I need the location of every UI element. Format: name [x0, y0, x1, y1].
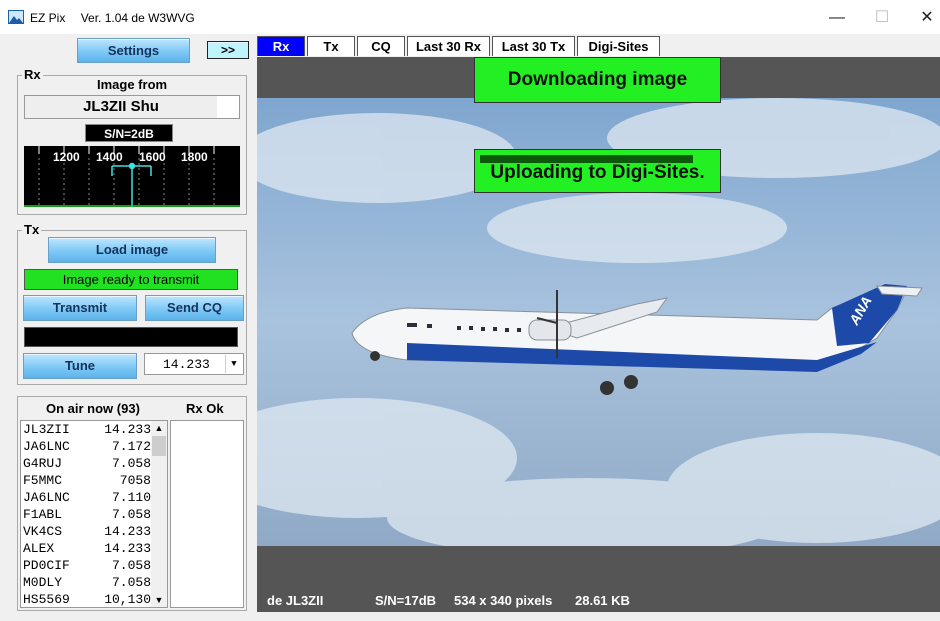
status-from: de JL3ZII: [267, 593, 324, 608]
list-item[interactable]: F1ABL 7.058: [23, 507, 151, 524]
frequency-select[interactable]: 14.233 ▼: [144, 353, 244, 375]
title-bar: EZ Pix Ver. 1.04 de W3WVG — ☐ ✕: [0, 0, 940, 34]
status-size: 28.61 KB: [575, 593, 630, 608]
list-item[interactable]: F5MMC 7058: [23, 473, 151, 490]
callsign-text: JL3ZII Shu: [25, 96, 217, 118]
list-item[interactable]: G4RUJ 7.058: [23, 456, 151, 473]
tx-group-label: Tx: [22, 222, 42, 237]
scroll-down-icon[interactable]: ▼: [151, 595, 167, 605]
list-item[interactable]: JA6LNC 7.110: [23, 490, 151, 507]
tx-status: Image ready to transmit: [24, 269, 238, 290]
status-dimensions: 534 x 340 pixels: [454, 593, 553, 608]
scope-tick-1200: 1200: [53, 150, 80, 164]
scope-tick-1600: 1600: [139, 150, 166, 164]
upload-banner-text: Uploading to Digi-Sites.: [490, 162, 705, 183]
tab-digi-sites[interactable]: Digi-Sites: [577, 36, 660, 56]
list-item[interactable]: VK4CS 14.233: [23, 524, 151, 541]
list-item[interactable]: JA6LNC 7.172: [23, 439, 151, 456]
app-name: EZ Pix: [30, 11, 66, 25]
scroll-thumb[interactable]: [152, 436, 166, 456]
frequency-value: 14.233: [163, 357, 210, 372]
expand-button[interactable]: >>: [207, 41, 249, 59]
list-item[interactable]: JL3ZII 14.233: [23, 422, 151, 439]
tab-last-30-rx[interactable]: Last 30 Rx: [407, 36, 490, 56]
app-icon: [8, 10, 24, 24]
window-title: EZ Pix Ver. 1.04 de W3WVG: [30, 11, 207, 25]
minimize-button[interactable]: —: [815, 6, 859, 30]
scope-tick-1400: 1400: [96, 150, 123, 164]
list-scrollbar[interactable]: ▲ ▼: [151, 421, 167, 607]
tab-cq[interactable]: CQ: [357, 36, 405, 56]
image-from-label: Image from: [97, 77, 168, 92]
rx-ok-header: Rx Ok: [186, 401, 224, 416]
settings-button[interactable]: Settings: [77, 38, 190, 63]
maximize-button[interactable]: ☐: [860, 6, 904, 30]
send-cq-button[interactable]: Send CQ: [145, 295, 244, 321]
status-bar: de JL3ZII S/N=17dB 534 x 340 pixels 28.6…: [257, 589, 940, 611]
scroll-up-icon[interactable]: ▲: [151, 423, 167, 433]
list-item[interactable]: M0DLY 7.058: [23, 575, 151, 592]
upload-banner: Uploading to Digi-Sites.: [474, 149, 721, 193]
tab-rx[interactable]: Rx: [257, 36, 305, 56]
callsign-display: JL3ZII Shu: [24, 95, 240, 119]
list-item[interactable]: PD0CIF 7.058: [23, 558, 151, 575]
tune-button[interactable]: Tune: [23, 353, 137, 379]
scope-tick-1800: 1800: [181, 150, 208, 164]
scope-graph: 1200 1400 1600 1800: [24, 146, 240, 207]
on-air-header: On air now (93): [46, 401, 140, 416]
status-sn: S/N=17dB: [375, 593, 437, 608]
on-air-list[interactable]: JL3ZII 14.233 JA6LNC 7.172 G4RUJ 7.058 F5MM…: [20, 420, 168, 608]
frequency-scope: 1200 1400 1600 1800: [24, 146, 240, 207]
tab-last-30-tx[interactable]: Last 30 Tx: [492, 36, 575, 56]
app-version: Ver. 1.04 de W3WVG: [80, 11, 195, 25]
tab-tx[interactable]: Tx: [307, 36, 355, 56]
chevron-down-icon[interactable]: ▼: [225, 355, 242, 373]
rx-group-label: Rx: [22, 67, 43, 82]
list-item[interactable]: ALEX 14.233: [23, 541, 151, 558]
rx-sn-readout: S/N=2dB: [85, 124, 173, 142]
tx-progress-bar: [24, 327, 238, 347]
list-item[interactable]: HS5569 10,130: [23, 592, 151, 607]
rx-ok-list[interactable]: [170, 420, 244, 608]
load-image-button[interactable]: Load image: [48, 237, 216, 263]
close-button[interactable]: ✕: [905, 6, 940, 30]
download-banner: Downloading image: [474, 57, 721, 103]
transmit-button[interactable]: Transmit: [23, 295, 137, 321]
